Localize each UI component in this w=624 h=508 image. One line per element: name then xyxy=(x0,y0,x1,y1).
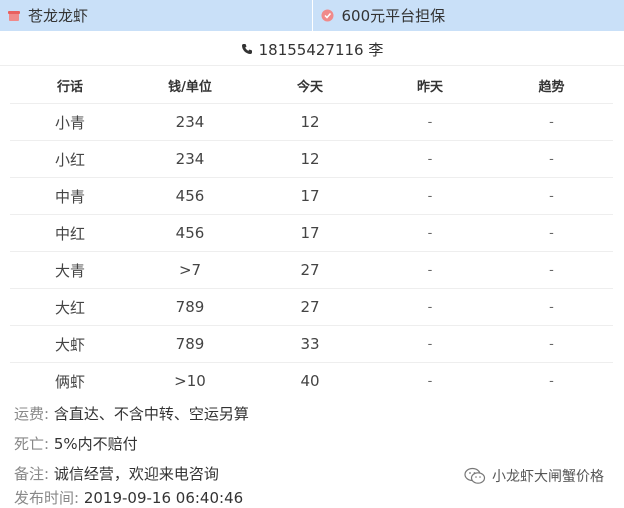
cell-price-unit: 234 xyxy=(130,141,250,178)
price-table: 行话 钱/单位 今天 昨天 趋势 小青 234 12 - - 小红 234 12… xyxy=(10,67,613,399)
cell-slang: 小青 xyxy=(10,104,130,141)
contact-text: 18155427116 李 xyxy=(259,39,384,60)
wechat-icon xyxy=(464,467,486,485)
cell-yesterday: - xyxy=(370,252,490,289)
shop-name: 苍龙龙虾 xyxy=(28,5,88,26)
published-label: 发布时间: xyxy=(14,489,79,507)
cell-today: 17 xyxy=(250,215,370,252)
phone-icon xyxy=(241,43,253,55)
cell-slang: 中红 xyxy=(10,215,130,252)
note-value: 诚信经营，欢迎来电咨询 xyxy=(54,465,219,483)
cell-yesterday: - xyxy=(370,289,490,326)
table-row: 中青 456 17 - - xyxy=(10,178,613,215)
guarantee-text: 600元平台担保 xyxy=(342,5,446,26)
note-label: 备注: xyxy=(14,465,49,483)
table-row: 大红 789 27 - - xyxy=(10,289,613,326)
cell-trend: - xyxy=(490,104,613,141)
cell-price-unit: 234 xyxy=(130,104,250,141)
column-header-today: 今天 xyxy=(250,67,370,104)
shield-icon xyxy=(321,9,334,22)
death-value: 5%内不赔付 xyxy=(54,435,138,453)
cell-yesterday: - xyxy=(370,104,490,141)
cell-today: 33 xyxy=(250,326,370,363)
cell-today: 17 xyxy=(250,178,370,215)
cell-today: 12 xyxy=(250,141,370,178)
table-row: 小红 234 12 - - xyxy=(10,141,613,178)
cell-yesterday: - xyxy=(370,141,490,178)
published-info: 发布时间: 2019-09-16 06:40:46 xyxy=(14,487,243,508)
cell-slang: 大青 xyxy=(10,252,130,289)
cell-slang: 俩虾 xyxy=(10,363,130,400)
cell-slang: 大虾 xyxy=(10,326,130,363)
cell-yesterday: - xyxy=(370,215,490,252)
cell-today: 27 xyxy=(250,289,370,326)
shop-name-cell[interactable]: 苍龙龙虾 xyxy=(0,0,313,31)
table-row: 小青 234 12 - - xyxy=(10,104,613,141)
table-row: 俩虾 >10 40 - - xyxy=(10,363,613,400)
shipping-label: 运费: xyxy=(14,405,49,423)
cell-today: 40 xyxy=(250,363,370,400)
cell-price-unit: 456 xyxy=(130,215,250,252)
note-info: 备注: 诚信经营，欢迎来电咨询 xyxy=(14,463,219,484)
column-header-trend: 趋势 xyxy=(490,67,613,104)
cell-price-unit: 789 xyxy=(130,289,250,326)
table-row: 大青 >7 27 - - xyxy=(10,252,613,289)
shipping-info: 运费: 含直达、不含中转、空运另算 xyxy=(14,403,249,424)
cell-slang: 中青 xyxy=(10,178,130,215)
cell-yesterday: - xyxy=(370,326,490,363)
table-row: 中红 456 17 - - xyxy=(10,215,613,252)
cell-trend: - xyxy=(490,252,613,289)
shop-icon xyxy=(8,10,20,22)
guarantee-cell[interactable]: 600元平台担保 xyxy=(313,0,624,31)
death-label: 死亡: xyxy=(14,435,49,453)
cell-trend: - xyxy=(490,289,613,326)
cell-slang: 小红 xyxy=(10,141,130,178)
watermark-text: 小龙虾大闸蟹价格 xyxy=(492,466,604,486)
contact-row[interactable]: 18155427116 李 xyxy=(0,33,624,66)
cell-price-unit: 789 xyxy=(130,326,250,363)
column-header-price-unit: 钱/单位 xyxy=(130,67,250,104)
table-row: 大虾 789 33 - - xyxy=(10,326,613,363)
cell-yesterday: - xyxy=(370,363,490,400)
column-header-yesterday: 昨天 xyxy=(370,67,490,104)
cell-today: 27 xyxy=(250,252,370,289)
cell-slang: 大红 xyxy=(10,289,130,326)
table-header-row: 行话 钱/单位 今天 昨天 趋势 xyxy=(10,67,613,104)
cell-price-unit: >10 xyxy=(130,363,250,400)
cell-price-unit: 456 xyxy=(130,178,250,215)
cell-price-unit: >7 xyxy=(130,252,250,289)
column-header-slang: 行话 xyxy=(10,67,130,104)
cell-trend: - xyxy=(490,215,613,252)
shipping-value: 含直达、不含中转、空运另算 xyxy=(54,405,249,423)
cell-trend: - xyxy=(490,178,613,215)
cell-yesterday: - xyxy=(370,178,490,215)
published-value: 2019-09-16 06:40:46 xyxy=(84,489,243,507)
cell-trend: - xyxy=(490,326,613,363)
cell-trend: - xyxy=(490,141,613,178)
cell-today: 12 xyxy=(250,104,370,141)
cell-trend: - xyxy=(490,363,613,400)
top-bar: 苍龙龙虾 600元平台担保 xyxy=(0,0,624,31)
wechat-watermark: 小龙虾大闸蟹价格 xyxy=(464,466,604,486)
death-info: 死亡: 5%内不赔付 xyxy=(14,433,138,454)
